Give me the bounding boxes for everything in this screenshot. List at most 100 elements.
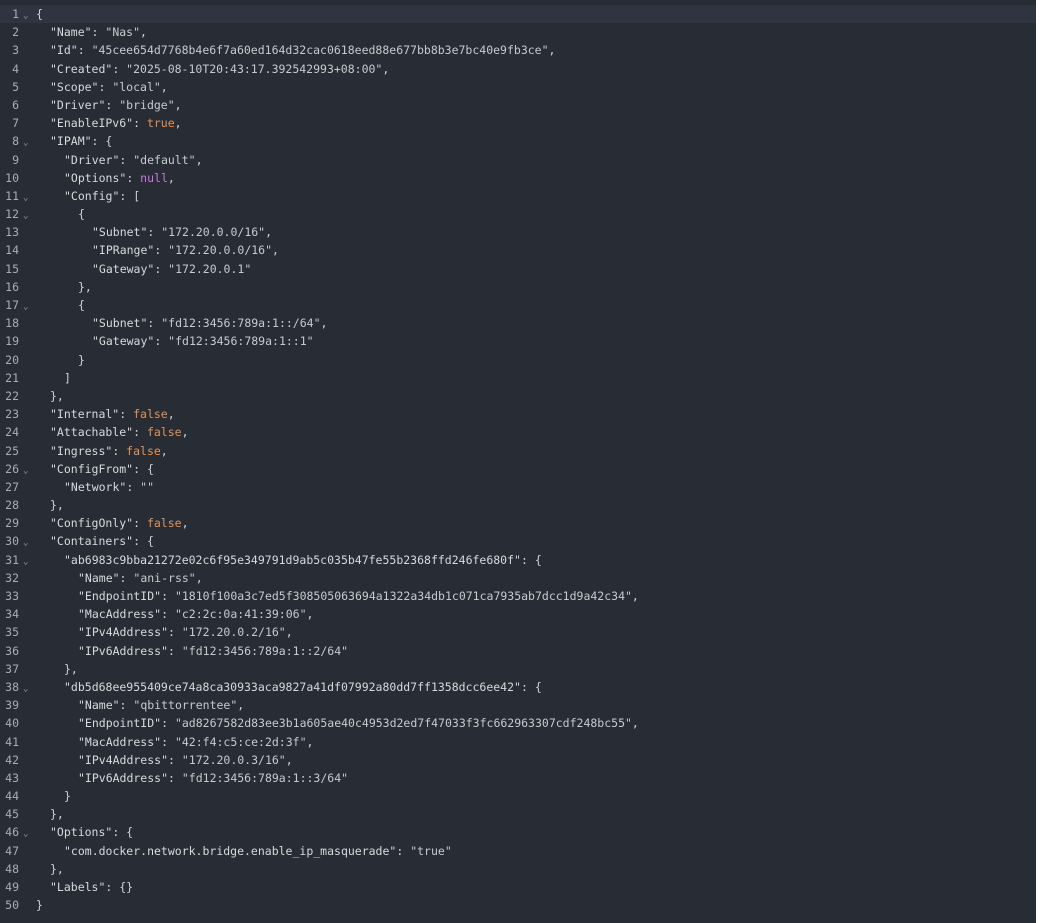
code-line[interactable]: 23 "Internal": false, bbox=[0, 405, 1036, 423]
code-line[interactable]: 26 ⌄ "ConfigFrom": { bbox=[0, 460, 1036, 478]
json-key: "EndpointID" bbox=[78, 589, 162, 603]
json-key: "MacAddress" bbox=[78, 607, 162, 622]
code-line[interactable]: 49 "Labels": {} bbox=[0, 878, 1036, 896]
code-line[interactable]: 28}, bbox=[0, 496, 1036, 514]
line-number: 26 bbox=[5, 461, 19, 476]
json-key: "EnableIPv6" bbox=[50, 116, 134, 131]
json-key: "com.docker.network.bridge.enable_ip_mas… bbox=[64, 843, 397, 858]
json-key: "EndpointID" bbox=[78, 716, 162, 731]
code-line[interactable]: 8 ⌄ "IPAM": { bbox=[0, 132, 1036, 150]
code-text: "ConfigFrom": { bbox=[36, 460, 154, 478]
code-line[interactable]: 41 "MacAddress": "42:f4:c5:ce:2d:3f", bbox=[0, 733, 1036, 751]
code-text: "Ingress": false, bbox=[36, 442, 168, 460]
json-punctuation: , bbox=[195, 570, 203, 585]
line-number: 34 bbox=[5, 607, 19, 622]
code-line[interactable]: 10 "Options": null, bbox=[0, 169, 1036, 187]
json-punctuation: : { bbox=[520, 552, 542, 567]
json-key: "Driver" bbox=[64, 152, 120, 167]
code-line[interactable]: 21] bbox=[0, 369, 1036, 387]
code-line[interactable]: 36 "IPv6Address": "fd12:3456:789a:1::2/64… bbox=[0, 642, 1036, 660]
json-punctuation: : bbox=[105, 97, 120, 112]
code-line[interactable]: 18 "Subnet": "fd12:3456:789a:1::/64", bbox=[0, 314, 1036, 332]
code-line[interactable]: 34 "MacAddress": "c2:2c:0a:41:39:06", bbox=[0, 605, 1036, 623]
json-punctuation: , bbox=[160, 443, 168, 458]
line-number: 33 bbox=[5, 589, 19, 603]
code-line[interactable]: 47 "com.docker.network.bridge.enable_ip_m… bbox=[0, 842, 1036, 860]
code-text: } bbox=[36, 351, 85, 369]
code-line[interactable]: 40 "EndpointID": "ad8267582d83ee3b1a605ae… bbox=[0, 714, 1036, 732]
code-line[interactable]: 42 "IPv4Address": "172.20.0.3/16", bbox=[0, 751, 1036, 769]
json-punctuation: ] bbox=[64, 370, 71, 385]
line-number: 28 bbox=[5, 498, 19, 513]
code-line[interactable]: 12 ⌄{ bbox=[0, 205, 1036, 223]
code-line[interactable]: 33 "EndpointID": "1810f100a3c7ed5f3085050… bbox=[0, 587, 1036, 605]
code-line[interactable]: 17 ⌄{ bbox=[0, 296, 1036, 314]
code-line[interactable]: 38 ⌄ "db5d68ee955409ce74a8ca30933aca9827a4… bbox=[0, 678, 1036, 696]
code-text: "Internal": false, bbox=[36, 405, 175, 423]
code-line[interactable]: 45}, bbox=[0, 805, 1036, 823]
code-line[interactable]: 37}, bbox=[0, 660, 1036, 678]
code-line[interactable]: 3 "Id": "45cee654d7768b4e6f7a60ed164d32ca… bbox=[0, 41, 1036, 59]
code-line[interactable]: 7 "EnableIPv6": true, bbox=[0, 114, 1036, 132]
code-line[interactable]: 32 "Name": "ani-rss", bbox=[0, 569, 1036, 587]
code-line[interactable]: 22}, bbox=[0, 387, 1036, 405]
code-text: "IPv4Address": "172.20.0.2/16", bbox=[36, 623, 293, 641]
code-text: "IPv6Address": "fd12:3456:789a:1::2/64" bbox=[36, 642, 348, 660]
line-number: 4 bbox=[12, 61, 19, 76]
json-string: "" bbox=[140, 479, 155, 494]
line-number: 5 bbox=[12, 79, 19, 94]
code-line[interactable]: 4 "Created": "2025-08-10T20:43:17.3925429… bbox=[0, 60, 1036, 78]
code-text: "Config": [ bbox=[36, 187, 140, 205]
json-string: "172.20.0.1" bbox=[168, 261, 252, 276]
line-number: 48 bbox=[5, 861, 19, 876]
code-line[interactable]: 6 "Driver": "bridge", bbox=[0, 96, 1036, 114]
json-punctuation: , bbox=[181, 516, 189, 531]
code-line[interactable]: 35 "IPv4Address": "172.20.0.2/16", bbox=[0, 623, 1036, 641]
json-key: "ab6983c9bba21272e02c6f95e349791d9ab5c03… bbox=[64, 552, 521, 567]
code-line[interactable]: 43 "IPv6Address": "fd12:3456:789a:1::3/64… bbox=[0, 769, 1036, 787]
json-punctuation: : bbox=[168, 752, 182, 767]
code-line[interactable]: 1 ⌄{ bbox=[0, 5, 1036, 24]
line-number: 42 bbox=[5, 752, 19, 767]
code-line[interactable]: 29 "ConfigOnly": false, bbox=[0, 514, 1036, 532]
json-punctuation: , bbox=[181, 425, 189, 440]
code-line[interactable]: 2 "Name": "Nas", bbox=[0, 23, 1036, 41]
json-key: "IPv4Address" bbox=[78, 625, 169, 640]
code-line[interactable]: 20} bbox=[0, 351, 1036, 369]
code-line[interactable]: 13 "Subnet": "172.20.0.0/16", bbox=[0, 223, 1036, 241]
code-text: "Name": "ani-rss", bbox=[36, 569, 203, 587]
code-line[interactable]: 48}, bbox=[0, 860, 1036, 878]
code-line[interactable]: 46 ⌄ "Options": { bbox=[0, 823, 1036, 841]
json-boolean: false bbox=[146, 425, 182, 440]
code-line[interactable]: 30 ⌄ "Containers": { bbox=[0, 532, 1036, 550]
code-line[interactable]: 11 ⌄ "Config": [ bbox=[0, 187, 1036, 205]
code-line[interactable]: 24 "Attachable": false, bbox=[0, 423, 1036, 441]
code-line[interactable]: 9 "Driver": "default", bbox=[0, 151, 1036, 169]
json-punctuation: : { bbox=[133, 461, 154, 476]
code-line[interactable]: 39 "Name": "qbittorrentee", bbox=[0, 696, 1036, 714]
json-string: "fd12:3456:789a:1::2/64" bbox=[181, 643, 349, 658]
json-punctuation: : bbox=[119, 570, 134, 585]
code-line[interactable]: 31 ⌄ "ab6983c9bba21272e02c6f95e349791d9ab5… bbox=[0, 551, 1036, 569]
json-key: "IPv4Address" bbox=[78, 752, 169, 767]
code-line[interactable]: 16}, bbox=[0, 278, 1036, 296]
json-boolean: true bbox=[146, 116, 175, 131]
json-key: "IPv6Address" bbox=[78, 643, 169, 658]
json-code-editor[interactable]: 1 ⌄{2 "Name": "Nas", 3 "Id": "45cee654d7768b… bbox=[0, 0, 1036, 923]
code-text: "Subnet": "fd12:3456:789a:1::/64", bbox=[36, 314, 327, 332]
json-string: "bridge" bbox=[119, 97, 175, 112]
code-text: "IPRange": "172.20.0.0/16", bbox=[36, 241, 279, 259]
code-line[interactable]: 27 "Network": "" bbox=[0, 478, 1036, 496]
line-number: 25 bbox=[5, 443, 19, 458]
code-line[interactable]: 15 "Gateway": "172.20.0.1" bbox=[0, 260, 1036, 278]
code-line[interactable]: 44} bbox=[0, 787, 1036, 805]
json-key: "Containers" bbox=[50, 534, 134, 549]
code-line[interactable]: 50} bbox=[0, 896, 1036, 914]
code-line[interactable]: 25 "Ingress": false, bbox=[0, 442, 1036, 460]
code-text: "Id": "45cee654d7768b4e6f7a60ed164d32cac… bbox=[36, 41, 555, 59]
code-line[interactable]: 14 "IPRange": "172.20.0.0/16", bbox=[0, 241, 1036, 259]
code-line[interactable]: 19 "Gateway": "fd12:3456:789a:1::1" bbox=[0, 332, 1036, 350]
code-line[interactable]: 5 "Scope": "local", bbox=[0, 78, 1036, 96]
line-number: 15 bbox=[5, 261, 19, 276]
line-number: 12 bbox=[5, 207, 19, 222]
